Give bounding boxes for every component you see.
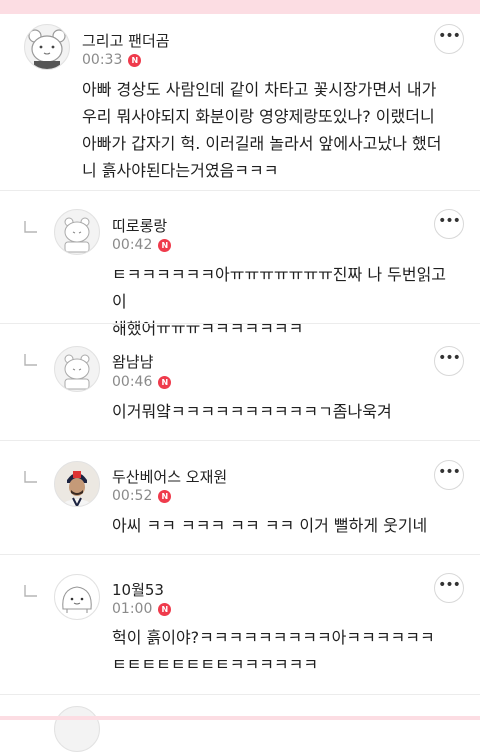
more-options-button[interactable]: ••• (434, 24, 464, 54)
default-avatar[interactable] (54, 209, 100, 255)
bear-avatar[interactable] (24, 24, 70, 70)
time-text: 00:46 (112, 374, 153, 390)
more-dots-icon: ••• (438, 464, 461, 480)
reply-arrow-icon (24, 585, 37, 597)
reply-arrow-icon (24, 471, 37, 483)
more-dots-icon: ••• (438, 28, 461, 44)
comment-text: 아빠 경상도 사람인데 같이 차타고 꽃시장가면서 내가 우리 뭐사야되지 화분… (82, 80, 442, 180)
comment-text: 헉이 흙이야?ㅋㅋㅋㅋㅋㅋㅋㅋㅋ아ㅋㅋㅋㅋㅋㅋ ㅌㅌㅌㅌㅌㅌㅌㅌㅋㅋㅋㅋㅋㅋ (112, 628, 435, 674)
cute-avatar[interactable] (54, 574, 100, 620)
more-dots-icon: ••• (438, 213, 461, 229)
more-options-button[interactable]: ••• (434, 209, 464, 239)
more-options-button[interactable]: ••• (434, 460, 464, 490)
new-badge: N (158, 490, 172, 503)
comment-time: 00:46 N (112, 374, 172, 390)
more-options-button[interactable]: ••• (434, 346, 464, 376)
time-text: 00:42 (112, 237, 153, 253)
comment-time: 00:42 N (112, 237, 172, 253)
reply-item: 왐냠냠 00:46 N ••• 이거뭐얔ㅋㅋㅋㅋㅋㅋㅋㅋㅋㅋㄱ좀나욱겨 (0, 324, 480, 440)
comment-author[interactable]: 띠로롱랑 (112, 215, 167, 236)
time-text: 01:00 (112, 601, 153, 617)
comment-item: 그리고 팬더곰 00:33 N ••• 아빠 경상도 사람인데 같이 차타고 꽃시… (0, 0, 480, 190)
new-badge: N (128, 54, 142, 67)
reply-item: 두산베어스 오재원 00:52 N ••• 아씨 ㅋㅋ ㅋㅋㅋ ㅋㅋ ㅋㅋ 이거 … (0, 441, 480, 554)
reply-arrow-icon (24, 221, 37, 233)
time-text: 00:33 (82, 52, 123, 68)
divider (0, 694, 480, 695)
new-badge: N (158, 603, 172, 616)
comment-author[interactable]: 두산베어스 오재원 (112, 466, 227, 487)
reply-item: 10월53 01:00 N ••• 헉이 흙이야?ㅋㅋㅋㅋㅋㅋㅋㅋㅋ아ㅋㅋㅋㅋㅋㅋ… (0, 555, 480, 695)
bottom-accent-strip (0, 716, 480, 720)
comment-time: 01:00 N (112, 601, 172, 617)
more-dots-icon: ••• (438, 577, 461, 593)
time-text: 00:52 (112, 488, 153, 504)
comment-author[interactable]: 왐냠냠 (112, 351, 153, 372)
reply-arrow-icon (24, 354, 37, 366)
comment-text: 아씨 ㅋㅋ ㅋㅋㅋ ㅋㅋ ㅋㅋ 이거 뻘하게 웃기네 (112, 516, 428, 535)
comment-text: 이거뭐얔ㅋㅋㅋㅋㅋㅋㅋㅋㅋㅋㄱ좀나욱겨 (112, 402, 392, 421)
reply-item: 띠로롱랑 00:42 N ••• ㅌㅋㅋㅋㅋㅋㅋ아ㅠㅠㅠㅠㅠㅠㅠ진짜 나 두번읽고… (0, 191, 480, 338)
more-options-button[interactable]: ••• (434, 573, 464, 603)
default-avatar[interactable] (54, 346, 100, 392)
new-badge: N (158, 376, 172, 389)
comment-author[interactable]: 그리고 팬더곰 (82, 30, 170, 51)
more-dots-icon: ••• (438, 350, 461, 366)
comment-time: 00:52 N (112, 488, 172, 504)
comment-time: 00:33 N (82, 52, 142, 68)
new-badge: N (158, 239, 172, 252)
comment-author[interactable]: 10월53 (112, 579, 164, 600)
player-avatar[interactable] (54, 461, 100, 507)
next-avatar-partial[interactable] (54, 706, 100, 752)
